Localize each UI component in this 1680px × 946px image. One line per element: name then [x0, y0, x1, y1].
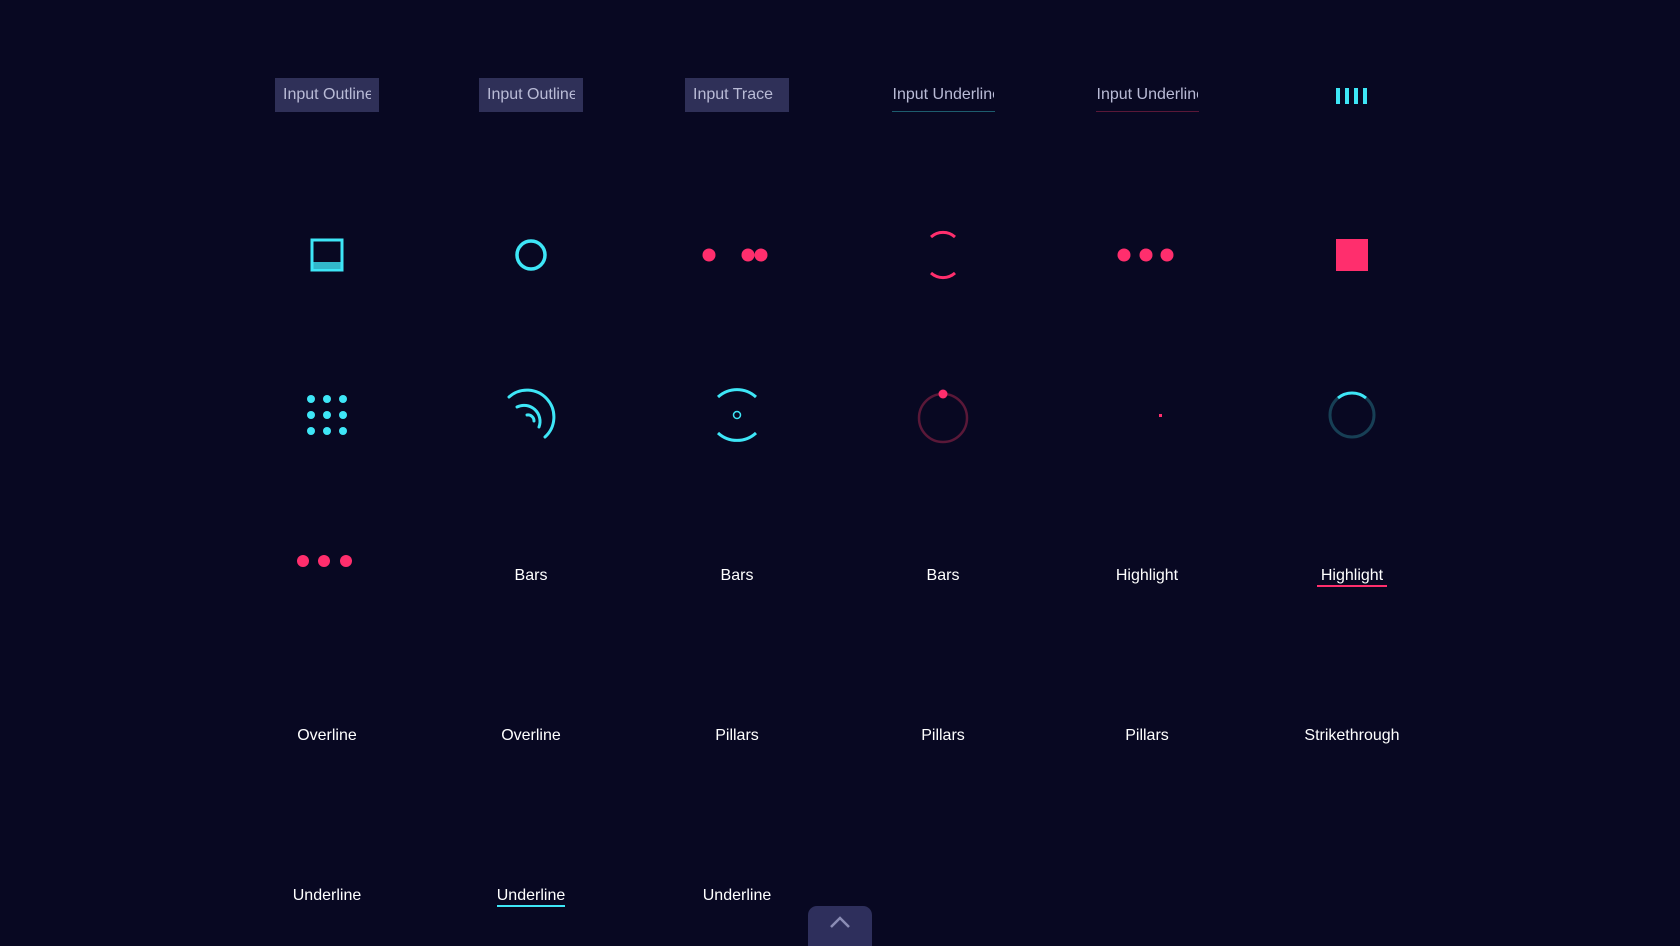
bars-button-3[interactable]: Bars — [927, 567, 960, 585]
pillars-button-2[interactable]: Pillars — [921, 727, 965, 745]
highlight-button-cell: Highlight — [1252, 537, 1452, 617]
spinner-arc-loader-icon — [1328, 391, 1376, 439]
overline-button-cell: Overline — [227, 696, 427, 776]
circle-loader-cell — [431, 215, 631, 295]
pillars-button-cell: Pillars — [843, 696, 1043, 776]
bars-button-2[interactable]: Bars — [721, 567, 754, 585]
overline-button-1[interactable]: Overline — [297, 727, 357, 745]
underline-button-1[interactable]: Underline — [293, 887, 361, 905]
bars-button-cell: Bars — [843, 536, 1043, 616]
input-outline-cell — [227, 55, 427, 135]
dot-grid-loader-icon — [307, 395, 347, 435]
pillars-button-cell: Pillars — [1047, 696, 1247, 776]
underline-button-3[interactable]: Underline — [703, 887, 771, 905]
bars-button-cell: Bars — [431, 536, 631, 616]
arc-dot-loader-cell — [637, 375, 837, 455]
three-dots-pink-loader-cell — [227, 521, 427, 601]
overline-button-cell: Overline — [431, 696, 631, 776]
pillars-button-cell: Pillars — [637, 696, 837, 776]
input-trace-cell — [637, 55, 837, 135]
bars-button-cell: Bars — [637, 536, 837, 616]
arc-dot-loader-icon — [716, 388, 758, 442]
dots-merge-loader-icon — [702, 248, 768, 262]
square-fill-loader-cell — [227, 215, 427, 295]
bars-loader-icon — [1336, 88, 1367, 104]
input-underline-cell — [843, 55, 1043, 135]
underline-button-cell: Underline — [227, 856, 427, 936]
strikethrough-button-cell: Strikethrough — [1252, 696, 1452, 776]
circle-outline-loader-icon — [515, 239, 547, 271]
pink-square-loader-cell — [1252, 215, 1452, 295]
highlight-button-2[interactable]: Highlight — [1316, 567, 1388, 587]
arc-brackets-loader-icon — [930, 230, 956, 280]
chevron-up-icon — [830, 916, 850, 928]
orbit-dot-loader-icon — [917, 389, 969, 444]
bars-loader-cell — [1252, 55, 1452, 135]
radar-arcs-loader-cell — [431, 375, 631, 455]
underline-button-cell: Underline — [637, 856, 837, 936]
pillars-button-1[interactable]: Pillars — [715, 727, 759, 745]
overline-button-2[interactable]: Overline — [501, 727, 561, 745]
orbit-dot-loader-cell — [843, 375, 1043, 455]
three-dots-loader-icon — [1117, 248, 1174, 262]
input-underline-cell — [1047, 55, 1247, 135]
input-outline-cell — [431, 55, 631, 135]
input-underline-cyan[interactable] — [891, 78, 995, 112]
input-trace[interactable] — [685, 78, 789, 112]
strikethrough-button[interactable]: Strikethrough — [1304, 727, 1399, 745]
dot-grid-loader-cell — [227, 375, 427, 455]
pink-square-loader-icon — [1336, 239, 1368, 271]
square-fill-loader-icon — [310, 238, 344, 272]
three-dots-loader-cell — [1047, 215, 1247, 295]
underline-button-2[interactable]: Underline — [496, 887, 566, 907]
underline-button-cell: Underline — [431, 857, 631, 937]
arc-brackets-loader-cell — [843, 215, 1043, 295]
input-outline-2[interactable] — [479, 78, 583, 112]
pulse-dot-loader-icon — [1159, 414, 1162, 417]
bars-button-1[interactable]: Bars — [515, 567, 548, 585]
highlight-button-cell: Highlight — [1047, 536, 1247, 616]
pillars-button-3[interactable]: Pillars — [1125, 727, 1169, 745]
spinner-arc-loader-cell — [1252, 375, 1452, 455]
radar-arcs-loader-icon — [507, 388, 556, 439]
input-outline-1[interactable] — [275, 78, 379, 112]
dots-merge-loader-cell — [637, 215, 837, 295]
pulse-dot-loader-cell — [1047, 375, 1247, 455]
highlight-button-1[interactable]: Highlight — [1116, 567, 1178, 585]
input-underline-pink[interactable] — [1095, 78, 1199, 112]
three-dots-pink-loader-icon — [297, 555, 352, 567]
scroll-to-top-button[interactable] — [808, 906, 872, 946]
